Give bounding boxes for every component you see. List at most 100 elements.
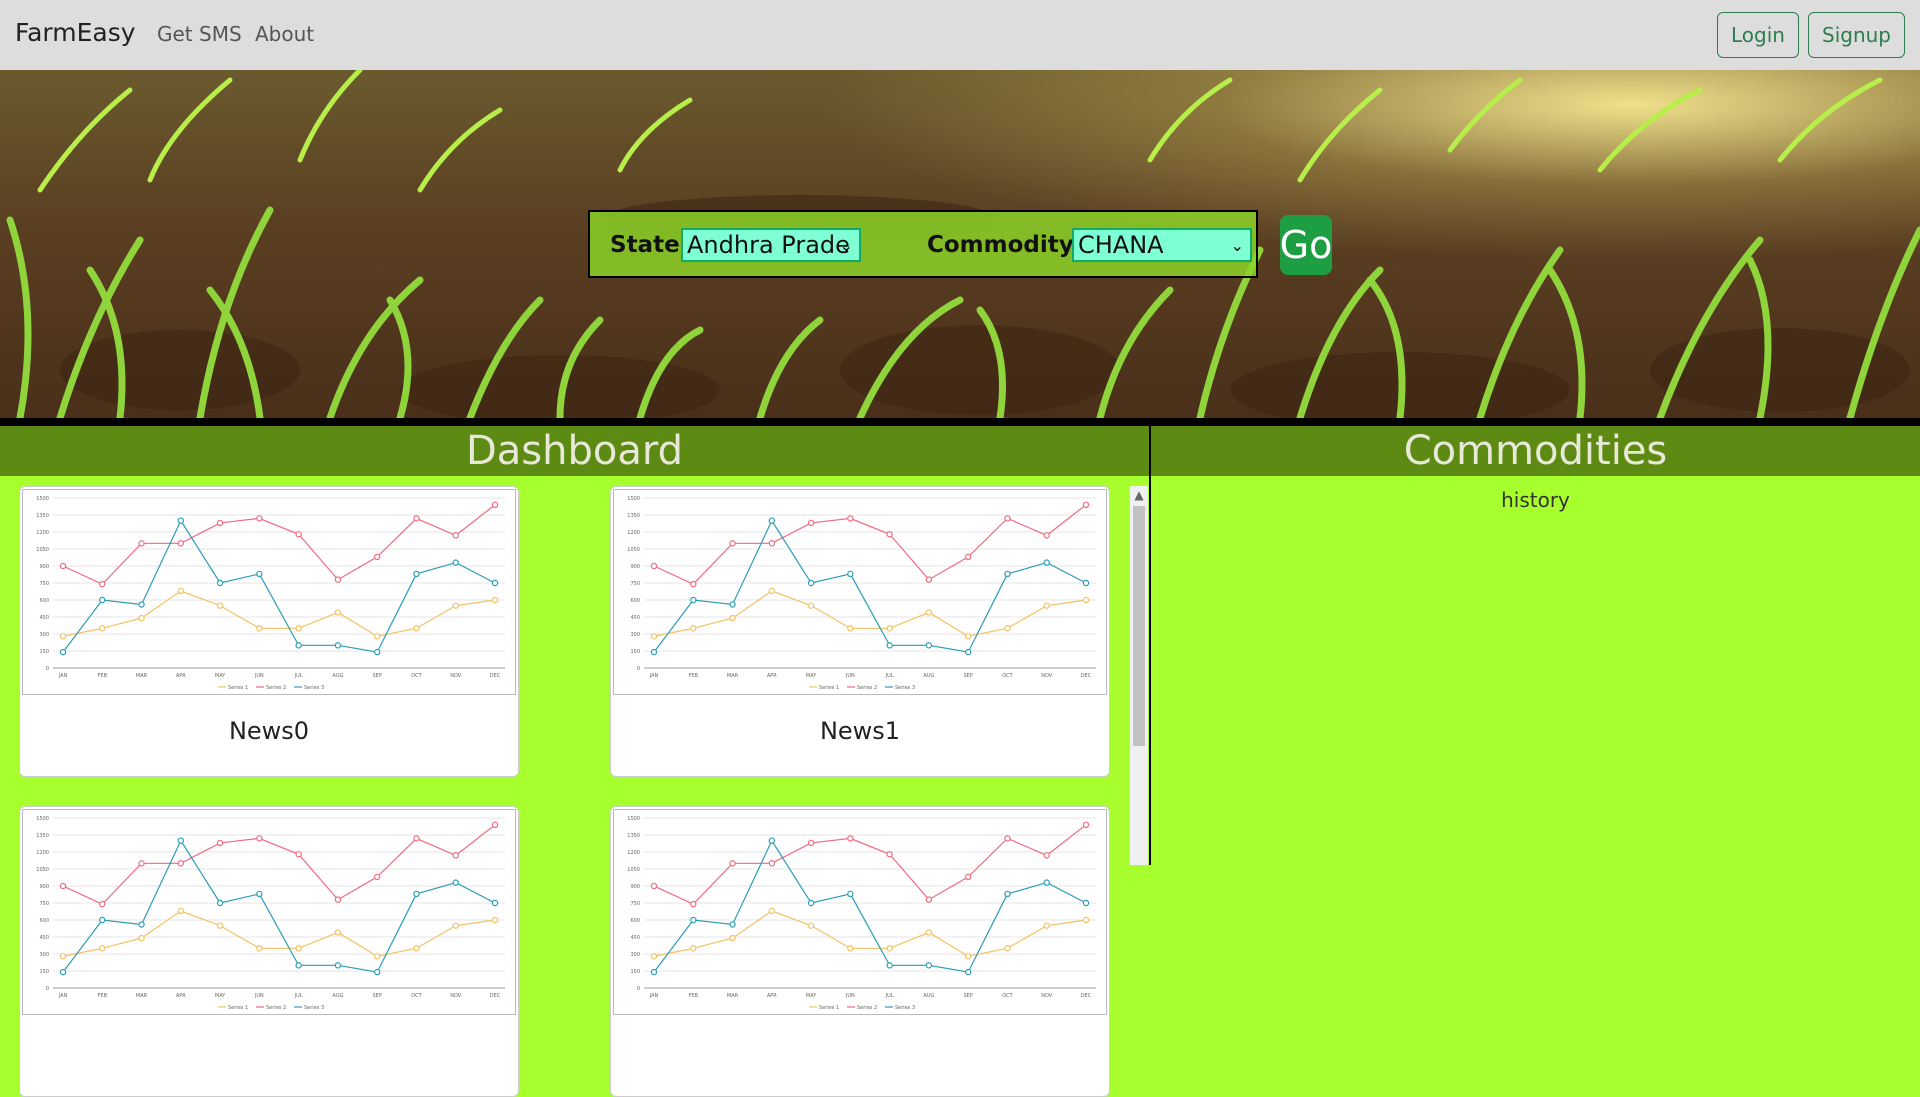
x-tick-label: MAR	[136, 993, 148, 999]
data-point	[964, 873, 972, 881]
y-tick-label: 150	[39, 969, 49, 975]
series-line	[653, 824, 1087, 905]
signup-button[interactable]: Signup	[1808, 12, 1905, 58]
data-point	[59, 562, 67, 570]
data-point	[256, 835, 263, 842]
login-button[interactable]: Login	[1717, 12, 1799, 58]
legend-label: Series 2	[266, 685, 286, 691]
data-point	[334, 896, 342, 903]
x-tick-label: JAN	[649, 673, 659, 679]
y-tick-label: 450	[39, 615, 49, 621]
history-link[interactable]: history	[1151, 488, 1920, 512]
data-point	[256, 570, 263, 578]
y-tick-label: 300	[39, 632, 49, 638]
data-point	[295, 642, 302, 649]
data-point	[1043, 879, 1050, 886]
data-point	[256, 890, 263, 898]
commodity-select[interactable]: CHANA ⌄	[1072, 228, 1252, 262]
data-point	[138, 860, 145, 867]
x-tick-label: MAR	[136, 673, 148, 679]
data-point	[1004, 890, 1011, 898]
scroll-up-arrow-icon[interactable]: ▲	[1130, 486, 1148, 504]
data-point	[373, 553, 381, 561]
y-tick-label: 600	[630, 918, 640, 924]
data-point	[177, 540, 185, 547]
data-point	[138, 601, 145, 608]
y-tick-label: 150	[630, 969, 640, 975]
data-point	[807, 899, 815, 907]
data-point	[216, 519, 224, 527]
data-point	[650, 953, 658, 960]
data-point	[334, 609, 342, 616]
news-card-title: News0	[228, 717, 310, 745]
commodity-label: Commodity:	[927, 232, 1083, 258]
nav-link-about[interactable]: About	[255, 22, 314, 46]
data-point	[177, 837, 185, 844]
data-point	[216, 579, 224, 587]
data-point	[1082, 821, 1090, 829]
x-tick-label: SEP	[964, 993, 973, 999]
series-line	[62, 910, 496, 957]
nav-link-get-sms[interactable]: Get SMS	[157, 22, 242, 46]
news-card[interactable]: 0 150 300 450 600 750 900 1050 1200 1350 1500 JAN FE…	[19, 486, 519, 777]
x-tick-label: JAN	[58, 993, 68, 999]
data-point	[729, 614, 736, 622]
x-tick-label: DEC	[490, 993, 501, 999]
brand-logo[interactable]: FarmEasy	[15, 18, 136, 47]
x-tick-label: AUG	[923, 993, 934, 999]
legend-label: Series 3	[304, 1005, 324, 1011]
data-point	[295, 531, 302, 538]
y-tick-label: 750	[630, 901, 640, 907]
y-tick-label: 750	[630, 581, 640, 587]
legend-label: Series 1	[228, 1005, 248, 1011]
go-button[interactable]: Go	[1280, 215, 1332, 275]
data-point	[650, 633, 658, 640]
data-point	[216, 839, 224, 847]
filter-form: State: Andhra Prade ⌄ Commodity: CHANA ⌄	[588, 210, 1258, 278]
series-line	[62, 519, 496, 653]
x-tick-label: MAY	[215, 993, 226, 999]
x-tick-label: APR	[767, 993, 777, 999]
data-point	[1004, 515, 1011, 522]
data-point	[807, 602, 815, 609]
data-point	[729, 921, 736, 928]
y-tick-label: 1200	[627, 530, 640, 536]
data-point	[295, 945, 302, 952]
news-card[interactable]: 0 150 300 450 600 750 900 1050 1200 1350 1500 JAN FE…	[610, 486, 1110, 777]
news-card[interactable]: 0 150 300 450 600 750 900 1050 1200 1350 1500 JAN FE…	[19, 806, 519, 1097]
state-select[interactable]: Andhra Prade ⌄	[681, 228, 861, 262]
data-point	[177, 517, 185, 524]
news-card[interactable]: 0 150 300 450 600 750 900 1050 1200 1350 1500 JAN FE…	[610, 806, 1110, 1097]
data-point	[177, 587, 185, 595]
x-tick-label: MAY	[806, 673, 817, 679]
scroll-thumb[interactable]	[1133, 506, 1145, 746]
x-tick-label: JAN	[58, 673, 68, 679]
x-tick-label: OCT	[1002, 993, 1013, 999]
data-point	[334, 962, 342, 969]
x-tick-label: OCT	[411, 673, 422, 679]
y-tick-label: 150	[630, 649, 640, 655]
y-tick-label: 0	[637, 986, 640, 992]
data-point	[690, 580, 697, 588]
y-tick-label: 0	[46, 666, 49, 672]
data-point	[1082, 501, 1090, 509]
legend-label: Series 2	[266, 1005, 286, 1011]
data-point	[925, 896, 933, 903]
dashboard-scrollbar[interactable]: ▲	[1130, 486, 1148, 865]
data-point	[373, 873, 381, 881]
x-tick-label: FEB	[98, 673, 108, 679]
data-point	[886, 531, 893, 538]
data-point	[99, 945, 106, 952]
data-point	[413, 945, 420, 952]
y-tick-label: 1350	[627, 513, 640, 519]
y-tick-label: 750	[39, 581, 49, 587]
x-tick-label: OCT	[411, 993, 422, 999]
data-point	[59, 953, 67, 960]
series-line	[653, 519, 1087, 653]
data-point	[138, 614, 145, 622]
data-point	[925, 962, 933, 969]
x-tick-label: MAR	[727, 673, 739, 679]
y-tick-label: 1050	[627, 867, 640, 873]
data-point	[847, 945, 854, 952]
data-point	[138, 934, 145, 942]
